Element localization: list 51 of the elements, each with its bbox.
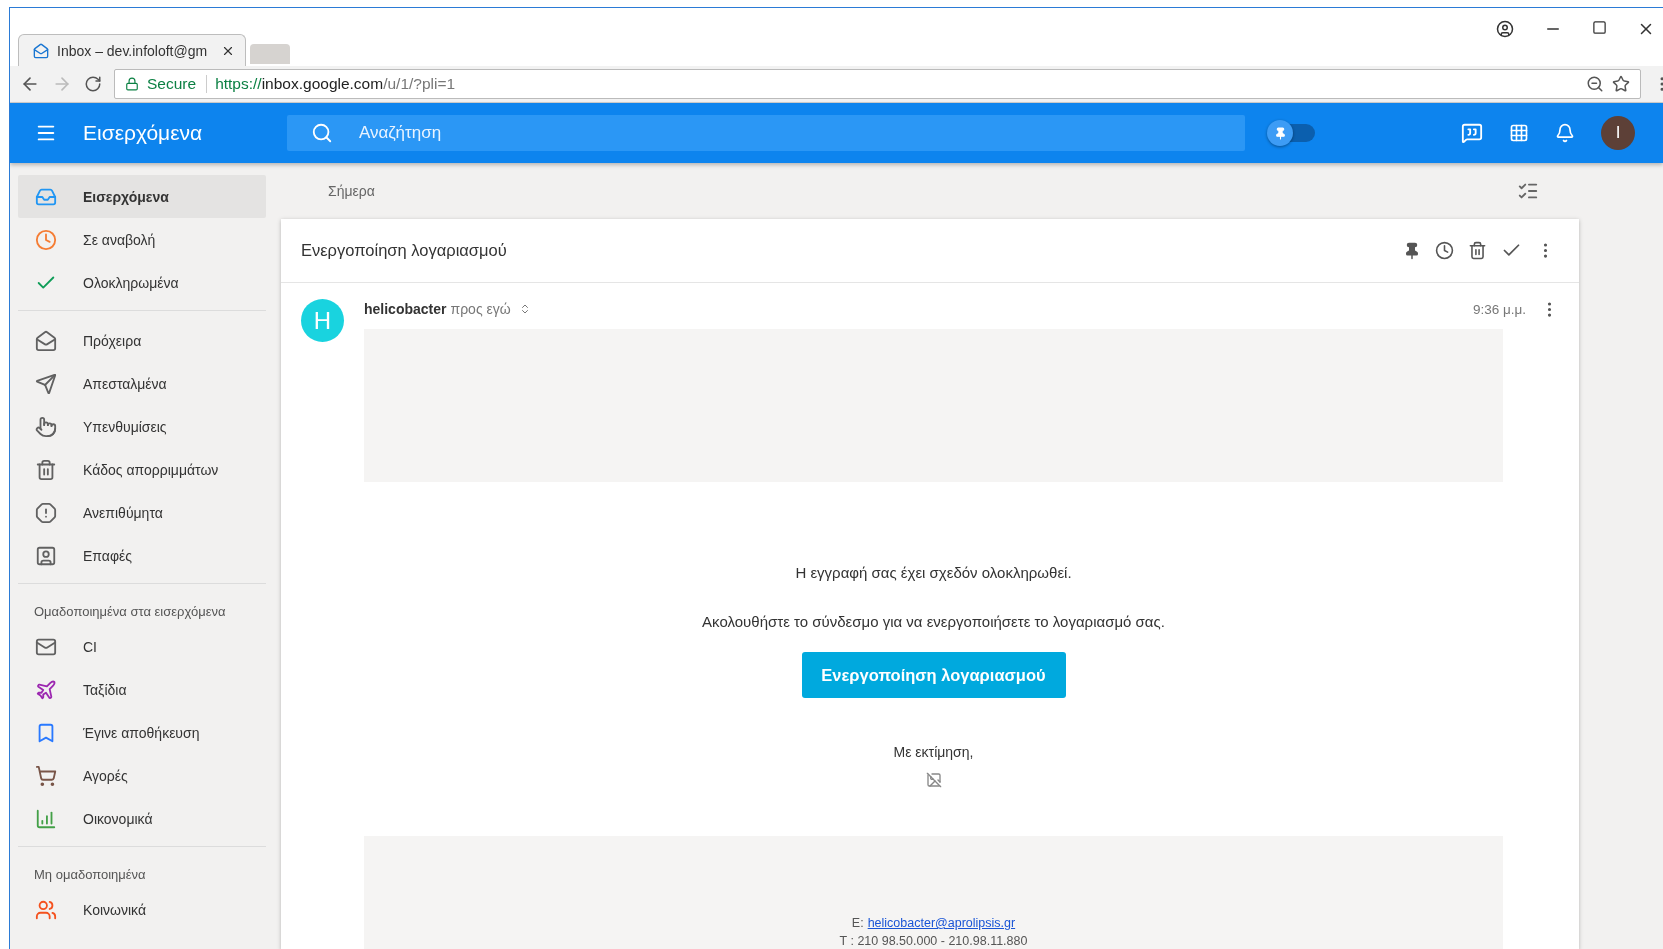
- chat-icon[interactable]: [1461, 122, 1483, 144]
- sidebar-item[interactable]: Επαφές: [18, 534, 266, 577]
- reload-icon[interactable]: [84, 75, 102, 93]
- signoff: Με εκτίμηση,: [893, 744, 974, 760]
- envelope-icon: [33, 42, 49, 59]
- broken-image-icon: [925, 772, 942, 788]
- sidebar-item[interactable]: Ολοκληρωμένα: [18, 261, 266, 304]
- day-label: Σήμερα: [328, 183, 375, 199]
- search-field[interactable]: Αναζήτηση: [287, 115, 1245, 151]
- section-heading: Μη ομαδοποιημένα: [33, 866, 147, 884]
- email-label: E:: [851, 916, 864, 930]
- app-title: Εισερχόμενα: [83, 121, 204, 145]
- section-heading: Ομαδοποιημένα στα εισερχόμενα: [33, 603, 227, 621]
- sidebar-item[interactable]: Πρόχειρα: [18, 319, 266, 362]
- lock-icon: [125, 77, 139, 91]
- sidebar-item[interactable]: Υπενθυμίσεις: [18, 405, 266, 448]
- recipient: προς εγώ: [450, 301, 511, 317]
- maximize-icon[interactable]: [1592, 20, 1607, 35]
- email-link[interactable]: helicobacter@aprolipsis.gr: [867, 916, 1016, 930]
- body-text: Η εγγραφή σας έχει σχεδόν ολοκληρωθεί.: [795, 564, 1072, 581]
- pin-toggle[interactable]: [1267, 122, 1315, 144]
- sidebar-item[interactable]: Εισερχόμενα: [18, 175, 266, 218]
- notifications-icon[interactable]: [1555, 123, 1575, 143]
- browser-tab[interactable]: Inbox – dev.infoloft@gm: [18, 34, 246, 66]
- pin-icon: [1273, 126, 1287, 140]
- sidebar-item[interactable]: Απεσταλμένα: [18, 362, 266, 405]
- body-text: Ακολουθήστε το σύνδεσμο για να ενεργοποιήσετε το λογαριασμό σας.: [702, 613, 1165, 630]
- trash-icon[interactable]: [1468, 241, 1487, 260]
- sidebar-item[interactable]: Σε αναβολή: [18, 218, 266, 261]
- sidebar-item[interactable]: Κάδος απορριμμάτων: [18, 448, 266, 491]
- zoom-icon[interactable]: [1586, 75, 1604, 93]
- apps-icon[interactable]: [1509, 123, 1529, 143]
- sidebar-item[interactable]: Ταξίδια: [18, 668, 266, 711]
- sidebar-item[interactable]: Αγορές: [18, 754, 266, 797]
- sidebar-item[interactable]: CI: [18, 625, 266, 668]
- pin-icon[interactable]: [1403, 241, 1421, 260]
- email-subject: Ενεργοποίηση λογαριασμού: [301, 241, 508, 260]
- address-field[interactable]: Secure https://inbox.google.com/u/1/?pli=1: [114, 69, 1641, 99]
- email-time: 9:36 μ.μ.: [1472, 301, 1526, 317]
- clock-icon[interactable]: [1435, 241, 1454, 260]
- sender-name: helicobacter: [364, 301, 447, 317]
- sidebar-item[interactable]: Κοινωνικά: [18, 888, 266, 931]
- search-icon: [311, 122, 333, 144]
- avatar[interactable]: I: [1601, 116, 1635, 150]
- star-icon[interactable]: [1612, 75, 1630, 93]
- user-icon[interactable]: [1496, 20, 1514, 38]
- sidebar-item[interactable]: Έγινε αποθήκευση: [18, 711, 266, 754]
- sidebar-item[interactable]: Οικονομικά: [18, 797, 266, 840]
- sidebar-item[interactable]: Ανεπιθύμητα: [18, 491, 266, 534]
- phone-text: T : 210 98.50.000 - 210.98.11.880: [839, 934, 1028, 948]
- sender-avatar: H: [301, 299, 344, 342]
